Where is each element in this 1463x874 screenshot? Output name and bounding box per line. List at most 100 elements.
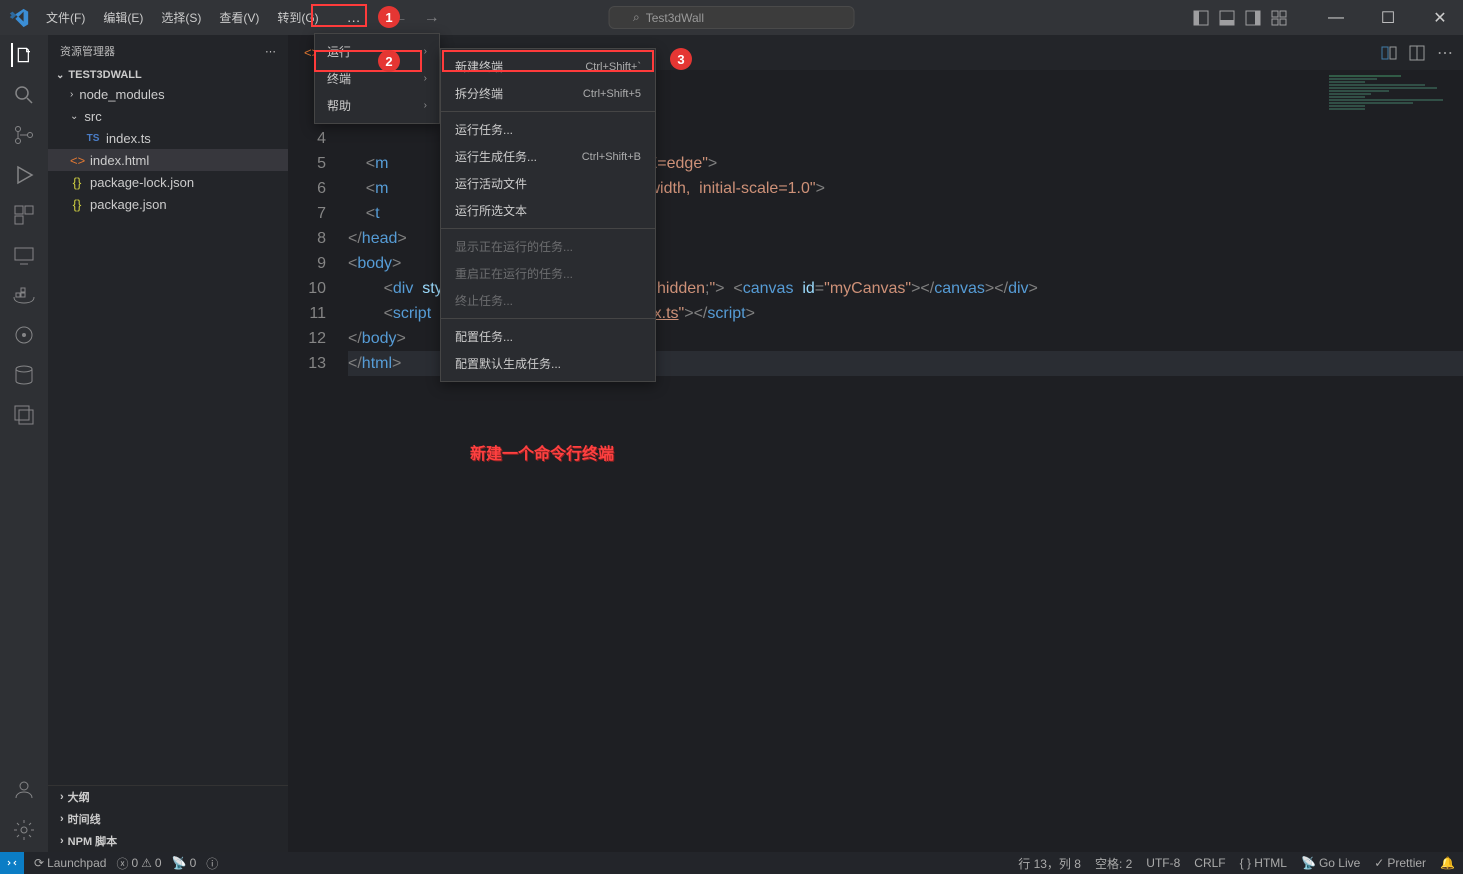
timeline-section[interactable]: ›时间线 [48, 808, 288, 830]
tree-label: node_modules [79, 87, 164, 102]
sidebar-more-icon[interactable]: ⋯ [265, 45, 276, 58]
status-eol[interactable]: CRLF [1194, 856, 1225, 870]
search-icon: ⌕ [633, 10, 640, 25]
chevron-right-icon: › [70, 89, 73, 100]
menu-item-help[interactable]: 帮助› [315, 92, 439, 119]
split-editor-icon[interactable] [1409, 45, 1425, 61]
status-bell-icon[interactable]: 🔔 [1440, 856, 1455, 870]
remote-explorer-icon[interactable] [12, 243, 36, 267]
tree-item-package-json[interactable]: {} package.json [48, 193, 288, 215]
layout-right-icon[interactable] [1245, 10, 1261, 26]
layout-bottom-icon[interactable] [1219, 10, 1235, 26]
menu-restart-running: 重启正在运行的任务... [441, 260, 655, 287]
account-icon[interactable] [12, 778, 36, 802]
overflow-menu: 运行› 终端› 帮助› [314, 33, 440, 124]
search-icon[interactable] [12, 83, 36, 107]
menu-configure-tasks[interactable]: 配置任务... [441, 323, 655, 350]
menu-new-terminal[interactable]: 新建终端Ctrl+Shift+` [441, 53, 655, 80]
menu-run-task[interactable]: 运行任务... [441, 116, 655, 143]
menu-run-active-file[interactable]: 运行活动文件 [441, 170, 655, 197]
tree-label: index.html [90, 153, 149, 168]
chevron-right-icon: › [424, 100, 427, 111]
more-actions-icon[interactable]: ⋯ [1437, 43, 1453, 63]
npm-scripts-section[interactable]: › NPM 脚本 [48, 830, 288, 852]
source-control-icon[interactable] [12, 123, 36, 147]
status-prettier[interactable]: ✓ Prettier [1374, 856, 1426, 870]
sidebar-explorer: 资源管理器 ⋯ ⌄ TEST3DWALL › node_modules ⌄ sr… [48, 35, 288, 852]
layout-panel-icon[interactable] [1193, 10, 1209, 26]
chevron-right-icon: › [424, 73, 427, 84]
live-server-icon[interactable] [12, 323, 36, 347]
nav-forward-icon[interactable]: → [424, 9, 440, 27]
docker-icon[interactable] [12, 283, 36, 307]
menu-configure-default-build[interactable]: 配置默认生成任务... [441, 350, 655, 377]
menu-view[interactable]: 查看(V) [211, 5, 267, 30]
extensions-icon[interactable] [12, 203, 36, 227]
nav-back-icon[interactable]: ← [392, 9, 408, 27]
menu-item-terminal[interactable]: 终端› [315, 65, 439, 92]
settings-gear-icon[interactable] [12, 818, 36, 842]
chevron-right-icon: › [60, 791, 64, 803]
chevron-right-icon: › [60, 813, 64, 825]
status-ports[interactable]: 📡 0 [172, 856, 197, 870]
menu-edit[interactable]: 编辑(E) [95, 5, 151, 30]
terminal-submenu: 新建终端Ctrl+Shift+` 拆分终端Ctrl+Shift+5 运行任务..… [440, 48, 656, 382]
typescript-file-icon: TS [86, 133, 100, 144]
menu-run-build-task[interactable]: 运行生成任务...Ctrl+Shift+B [441, 143, 655, 170]
run-debug-icon[interactable] [12, 163, 36, 187]
chevron-right-icon: › [60, 835, 64, 847]
tree-label: package-lock.json [90, 175, 194, 190]
maximize-button[interactable]: ☐ [1365, 0, 1411, 35]
database-icon[interactable] [12, 363, 36, 387]
menu-show-running: 显示正在运行的任务... [441, 233, 655, 260]
menu-more[interactable]: … [329, 5, 380, 30]
menu-selection[interactable]: 选择(S) [153, 5, 209, 30]
sidebar-bottom-sections: ›大纲 ›时间线 › NPM 脚本 [48, 785, 288, 852]
minimize-button[interactable]: — [1313, 0, 1359, 35]
menu-terminate-task: 终止任务... [441, 287, 655, 314]
menu-go[interactable]: 转到(G) [269, 5, 326, 30]
status-problems[interactable]: ⓧ 0 ⚠ 0 [116, 855, 161, 872]
status-golive[interactable]: 📡 Go Live [1301, 856, 1360, 870]
tree-label: package.json [90, 197, 167, 212]
status-radio[interactable]: ⓘ [206, 855, 218, 872]
compare-icon[interactable] [1381, 45, 1397, 61]
menu-bar: 文件(F) 编辑(E) 选择(S) 查看(V) 转到(G) … [38, 5, 380, 30]
menu-run-selected[interactable]: 运行所选文本 [441, 197, 655, 224]
outline-section[interactable]: ›大纲 [48, 786, 288, 808]
status-cursor[interactable]: 行 13，列 8 [1018, 855, 1081, 872]
activity-bar [0, 35, 48, 852]
chevron-right-icon: › [424, 46, 427, 57]
menu-separator [441, 318, 655, 319]
status-encoding[interactable]: UTF-8 [1146, 856, 1180, 870]
explorer-icon[interactable] [11, 43, 35, 67]
status-launchpad[interactable]: ⟳ Launchpad [34, 856, 106, 870]
close-button[interactable]: ✕ [1417, 0, 1463, 35]
project-name: TEST3DWALL [68, 69, 141, 81]
command-center-search[interactable]: ⌕ Test3dWall [608, 6, 855, 29]
tree-item-index-html[interactable]: <> index.html [48, 149, 288, 171]
tree-item-src[interactable]: ⌄ src [48, 105, 288, 127]
tree-item-index-ts[interactable]: TS index.ts [48, 127, 288, 149]
menu-item-run[interactable]: 运行› [315, 38, 439, 65]
menu-separator [441, 111, 655, 112]
minimap[interactable] [1329, 75, 1449, 115]
project-root[interactable]: ⌄ TEST3DWALL [48, 67, 288, 83]
status-indent[interactable]: 空格: 2 [1095, 855, 1132, 872]
window-controls: — ☐ ✕ [1193, 0, 1463, 35]
chevron-down-icon: ⌄ [56, 70, 64, 81]
menu-split-terminal[interactable]: 拆分终端Ctrl+Shift+5 [441, 80, 655, 107]
json-file-icon: {} [70, 175, 84, 190]
section-label: NPM 脚本 [68, 833, 118, 849]
layout-customize-icon[interactable] [1271, 10, 1287, 26]
line-numbers: 234 567 8910 111213 [288, 76, 348, 852]
tree-item-package-lock[interactable]: {} package-lock.json [48, 171, 288, 193]
tab-actions: ⋯ [1381, 35, 1463, 70]
tree-item-node-modules[interactable]: › node_modules [48, 83, 288, 105]
main-area: 资源管理器 ⋯ ⌄ TEST3DWALL › node_modules ⌄ sr… [0, 35, 1463, 852]
menu-file[interactable]: 文件(F) [38, 5, 93, 30]
status-language[interactable]: { } HTML [1240, 856, 1287, 870]
remote-indicator[interactable] [0, 852, 24, 874]
remote-window-icon[interactable] [12, 403, 36, 427]
search-text: Test3dWall [646, 11, 704, 25]
